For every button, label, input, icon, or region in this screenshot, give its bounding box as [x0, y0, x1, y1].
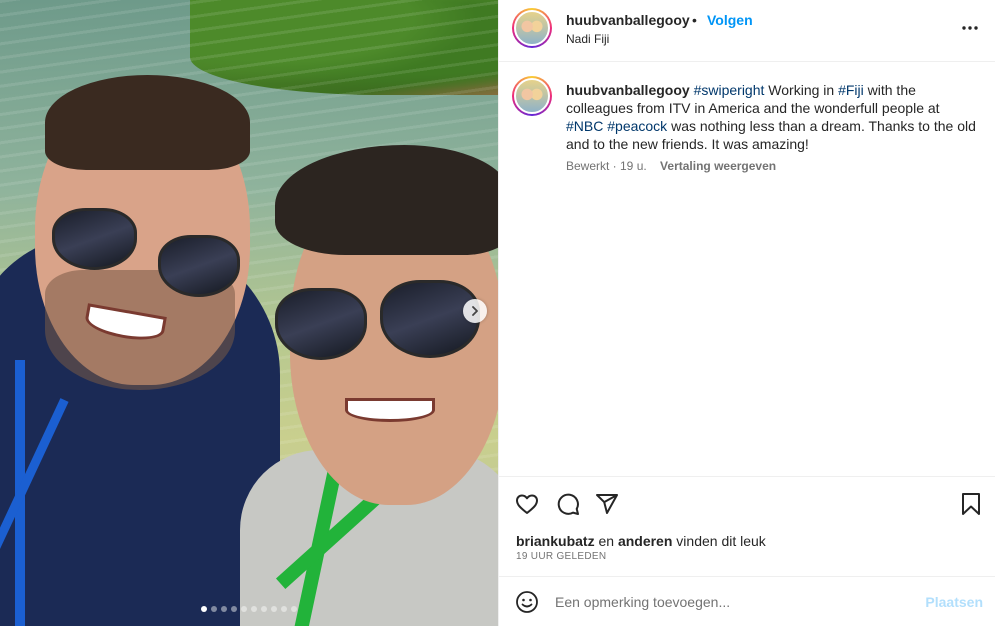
more-options-button[interactable] — [961, 18, 979, 36]
author-username[interactable]: huubvanballegooy — [566, 12, 690, 28]
caption-username[interactable]: huubvanballegooy — [566, 82, 690, 98]
emoji-button[interactable] — [515, 590, 539, 619]
carousel-dot — [281, 606, 287, 612]
next-photo-button[interactable] — [463, 299, 487, 323]
carousel-dot — [231, 606, 237, 612]
hashtag-link[interactable]: #swiperight — [694, 82, 765, 98]
carousel-dot — [201, 606, 207, 612]
action-bar — [499, 476, 995, 530]
liker-username[interactable]: briankubatz — [516, 533, 595, 549]
hashtag-link[interactable]: #Fiji — [838, 82, 864, 98]
person-left-hair — [45, 75, 250, 170]
more-horizontal-icon — [962, 26, 978, 30]
post-sidebar: huubvanballegooy • Volgen Nadi Fiji huub… — [498, 0, 995, 626]
comment-input[interactable] — [555, 591, 915, 613]
post-timestamp[interactable]: 19 UUR GELEDEN — [516, 551, 606, 562]
comment-icon — [557, 493, 579, 515]
chevron-right-icon — [472, 306, 478, 316]
translate-button[interactable]: Vertaling weergeven — [660, 159, 776, 173]
likes-connector: en — [594, 533, 618, 549]
hashtag-link[interactable]: #peacock — [607, 118, 667, 134]
sunglasses-lens — [380, 280, 480, 358]
sunglasses-lens — [275, 288, 367, 360]
post-header: huubvanballegooy • Volgen Nadi Fiji — [499, 0, 995, 62]
caption-text: huubvanballegooy #swiperight Working in … — [566, 81, 976, 153]
share-button[interactable] — [593, 490, 621, 518]
sunglasses-lens — [52, 208, 137, 270]
smile — [345, 398, 435, 422]
comment-button[interactable] — [554, 490, 582, 518]
sunglasses-lens — [158, 235, 240, 297]
likes-summary: briankubatz en anderen vinden dit leuk — [516, 533, 766, 549]
send-icon — [596, 494, 618, 514]
post-photo[interactable] — [0, 0, 498, 626]
edited-timestamp: Bewerkt · 19 u. — [566, 159, 647, 173]
heart-icon — [516, 494, 538, 514]
author-avatar[interactable] — [512, 8, 552, 48]
carousel-dot — [271, 606, 277, 612]
post-comment-button[interactable]: Plaatsen — [925, 594, 983, 610]
carousel-dot — [291, 606, 297, 612]
carousel-dot — [261, 606, 267, 612]
like-button[interactable] — [513, 490, 541, 518]
likes-others-link[interactable]: anderen — [618, 533, 672, 549]
location-link[interactable]: Nadi Fiji — [566, 32, 609, 46]
likes-suffix: vinden dit leuk — [672, 533, 766, 549]
emoji-icon — [516, 591, 538, 613]
carousel-indicator — [0, 606, 498, 612]
separator-bullet: • — [692, 12, 697, 28]
caption-segment: Working in — [764, 82, 839, 98]
carousel-dot — [211, 606, 217, 612]
carousel-dot — [221, 606, 227, 612]
caption-avatar[interactable] — [512, 76, 552, 116]
caption-meta: Bewerkt · 19 u. Vertaling weergeven — [566, 159, 776, 173]
carousel-dot — [241, 606, 247, 612]
comment-composer: Plaatsen — [499, 576, 995, 626]
save-button[interactable] — [957, 490, 985, 518]
carousel-dot — [251, 606, 257, 612]
follow-button[interactable]: Volgen — [707, 12, 753, 28]
bookmark-icon — [962, 493, 980, 515]
hashtag-link[interactable]: #NBC — [566, 118, 603, 134]
